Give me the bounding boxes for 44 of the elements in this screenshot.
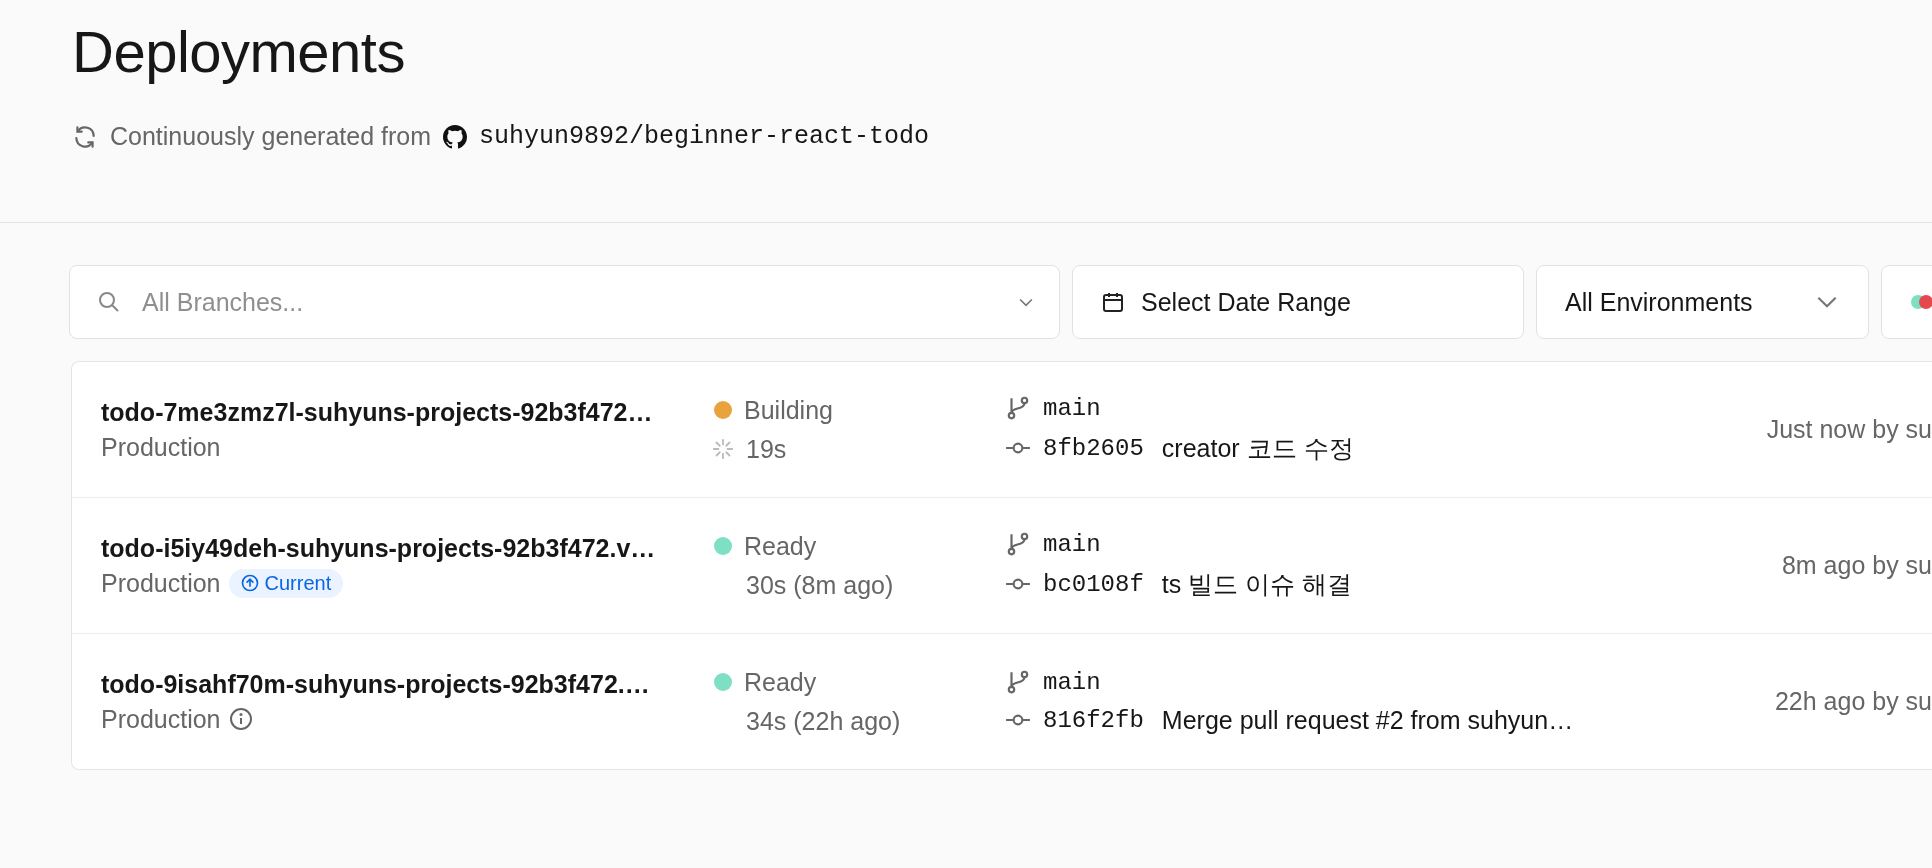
deployment-row[interactable]: todo-7me3zmz7l-suhyuns-projects-92b3f472… Production Building 19s main 8fb2605 creator 코드 수정 Just now by su bbox=[72, 362, 1932, 497]
branch-name[interactable]: main bbox=[1043, 530, 1101, 558]
repository-link[interactable]: suhyun9892/beginner-react-todo bbox=[479, 122, 930, 151]
branch-icon bbox=[1005, 395, 1031, 421]
current-badge: Current bbox=[228, 568, 344, 598]
status-label: Ready bbox=[744, 531, 817, 561]
environment-dropdown[interactable]: All Environments bbox=[1536, 265, 1869, 339]
environment-label: Production bbox=[101, 704, 221, 734]
deployment-time: 22h ago by su bbox=[1774, 687, 1932, 716]
date-range-button[interactable]: Select Date Range bbox=[1072, 265, 1524, 339]
github-icon bbox=[443, 124, 468, 149]
branch-name[interactable]: main bbox=[1043, 668, 1101, 696]
commit-message: creator 코드 수정 bbox=[1161, 432, 1354, 464]
environment-label: Production bbox=[101, 568, 221, 598]
duration: 19s bbox=[746, 434, 787, 464]
commit-message: ts 빌드 이슈 해결 bbox=[1161, 568, 1353, 600]
duration: 30s (8m ago) bbox=[746, 570, 894, 600]
commit-message: Merge pull request #2 from suhyun… bbox=[1161, 705, 1574, 735]
refresh-icon bbox=[72, 123, 98, 150]
branch-icon bbox=[1005, 531, 1031, 557]
arrow-up-circle-icon bbox=[240, 574, 259, 592]
page-title: Deployments bbox=[72, 18, 406, 86]
deployment-time: Just now by su bbox=[1766, 415, 1932, 444]
deployment-row[interactable]: todo-9isahf70m-suhyuns-projects-92b3f472.… Production Ready 34s (22h ago) main 816f2fb Merge pull request #2 from suhyun… 22h ago by su bbox=[72, 633, 1932, 769]
commit-hash[interactable]: 8fb2605 bbox=[1043, 434, 1144, 462]
deployment-name[interactable]: todo-7me3zmz7l-suhyuns-projects-92b3f472… bbox=[101, 397, 712, 427]
commit-hash[interactable]: bc0108f bbox=[1043, 570, 1144, 598]
deployment-time: 8m ago by su bbox=[1781, 551, 1932, 580]
status-label: Ready bbox=[744, 667, 817, 697]
calendar-icon bbox=[1101, 290, 1125, 314]
duration: 34s (22h ago) bbox=[746, 706, 901, 736]
commit-hash[interactable]: 816f2fb bbox=[1043, 706, 1144, 734]
info-icon[interactable] bbox=[228, 707, 253, 731]
branch-icon bbox=[1005, 669, 1031, 695]
deployment-name[interactable]: todo-i5iy49deh-suhyuns-projects-92b3f472.v… bbox=[101, 533, 712, 563]
status-dots-icon bbox=[1910, 294, 1932, 310]
environment-label: Production bbox=[101, 432, 221, 462]
branch-name[interactable]: main bbox=[1043, 394, 1101, 422]
deployment-row[interactable]: todo-i5iy49deh-suhyuns-projects-92b3f472.v… Production Current Ready 30s (8m ago) main bc0108f ts 빌드 이슈 해결 8m ago by su bbox=[72, 497, 1932, 633]
status-label: Building bbox=[744, 395, 833, 425]
branch-search-field[interactable]: All Branches... bbox=[69, 265, 1060, 339]
deployment-name[interactable]: todo-9isahf70m-suhyuns-projects-92b3f472.… bbox=[101, 669, 712, 699]
search-icon bbox=[97, 290, 121, 314]
source-label: Continuously generated from bbox=[110, 122, 432, 151]
